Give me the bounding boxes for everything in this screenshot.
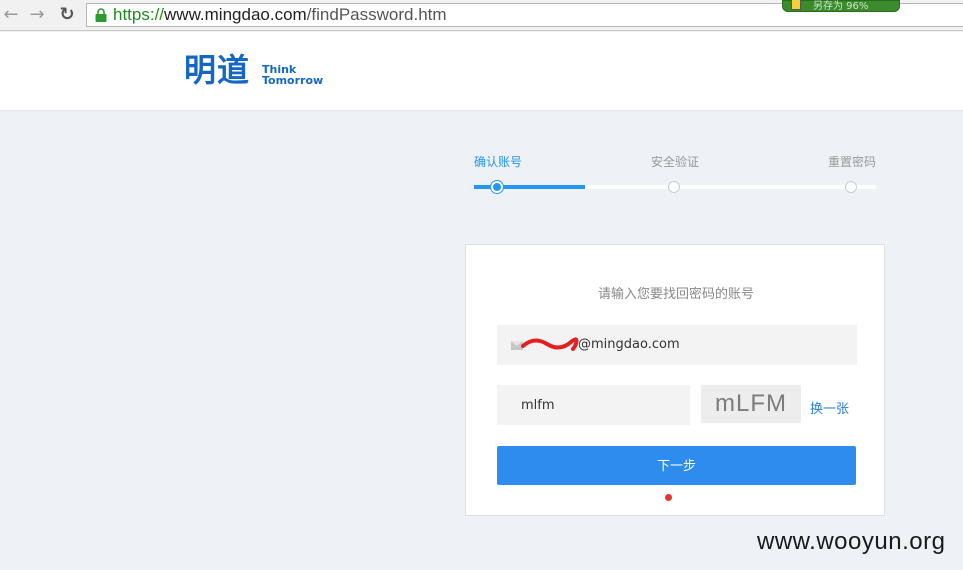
watermark: www.wooyun.org [757, 528, 946, 555]
step-dot-2 [668, 181, 680, 193]
reload-icon[interactable]: ↻ [56, 4, 78, 26]
next-step-button[interactable]: 下一步 [497, 446, 856, 485]
extension-icon [791, 0, 801, 10]
account-input[interactable]: @mingdao.com [497, 325, 857, 365]
extension-label: 另存为 96% [813, 1, 869, 12]
step-label-confirm-account: 确认账号 [474, 155, 523, 169]
lock-icon [95, 8, 107, 22]
form-title: 请输入您要找回密码的账号 [597, 287, 754, 302]
captcha-image-text: mLFM [715, 390, 787, 417]
step-label-reset-password: 重置密码 [828, 155, 877, 169]
step-dot-1 [491, 181, 503, 193]
site-header: 明道 Think Tomorrow [0, 32, 963, 111]
captcha-image[interactable]: mLFM [701, 385, 801, 423]
url-text: https://www.mingdao.com/findPassword.htm [113, 5, 447, 24]
annotation-dot [665, 494, 672, 501]
extension-popup[interactable]: 另存为 96% [782, 0, 900, 12]
captcha-input[interactable]: mlfm [497, 385, 690, 425]
progress-steps: 确认账号 安全验证 重置密码 [474, 150, 884, 195]
step-label-security-verify: 安全验证 [651, 155, 700, 169]
forward-arrow-icon[interactable]: → [26, 4, 48, 26]
captcha-input-value: mlfm [521, 398, 555, 413]
logo-slogan: Think Tomorrow [262, 63, 324, 87]
back-arrow-icon[interactable]: ← [0, 4, 22, 26]
redaction-scribble [521, 337, 579, 351]
find-password-card: 请输入您要找回密码的账号 @mingdao.com mlfm mLFM 换一张 … [465, 244, 885, 516]
browser-toolbar: ← → ↻ https://www.mingdao.com/findPasswo… [0, 0, 963, 31]
refresh-captcha-link[interactable]: 换一张 [810, 398, 849, 417]
logo-cn-text: 明道 [184, 51, 251, 89]
step-dot-3 [845, 181, 857, 193]
